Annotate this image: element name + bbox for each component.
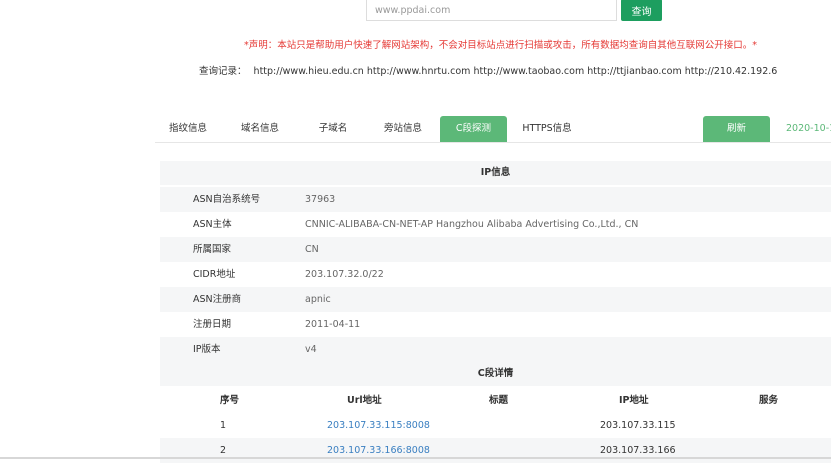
tab-https[interactable]: HTTPS信息 <box>517 116 577 142</box>
history-link[interactable]: http://ttjianbao.com <box>587 66 681 77</box>
info-value: CNNIC-ALIBABA-CN-NET-AP Hangzhou Alibaba… <box>305 219 639 230</box>
row-url-link[interactable]: 203.107.33.115:8008 <box>327 413 430 438</box>
c-detail-title: C段详情 <box>160 362 831 386</box>
info-value: v4 <box>305 344 317 355</box>
row-no: 2 <box>220 445 227 456</box>
tab-subdomain[interactable]: 子域名 <box>315 116 351 142</box>
search-input[interactable]: www.ppdai.com <box>366 0 617 21</box>
row-no: 1 <box>220 420 227 431</box>
search-placeholder: www.ppdai.com <box>375 4 451 16</box>
info-key: CIDR地址 <box>193 269 236 280</box>
history-link[interactable]: http://www.taobao.com <box>473 66 584 77</box>
info-row: ASN主体 CNNIC-ALIBABA-CN-NET-AP Hangzhou A… <box>160 212 831 237</box>
col-header-ip: IP地址 <box>619 395 649 406</box>
info-key: 注册日期 <box>193 319 232 330</box>
row-url-link[interactable]: 203.107.33.166:8008 <box>327 438 430 463</box>
history-link[interactable]: http://www.hnrtu.com <box>367 66 471 77</box>
ip-info-title: IP信息 <box>160 161 831 185</box>
info-key: ASN主体 <box>193 219 232 230</box>
table-row: 1 203.107.33.115:8008 203.107.33.115 <box>160 413 831 438</box>
info-row: ASN注册商 apnic <box>160 287 831 312</box>
info-row: IP版本 v4 <box>160 337 831 362</box>
search-button[interactable]: 查询 <box>621 0 662 21</box>
c-table-header: 序号 Url地址 标题 IP地址 服务 <box>160 388 831 413</box>
info-row: ASN自治系统号 37963 <box>160 187 831 212</box>
col-header-service: 服务 <box>759 395 779 406</box>
date-label: 2020-10-18 <box>786 123 831 134</box>
info-key: 所属国家 <box>193 244 232 255</box>
tab-fingerprint[interactable]: 指纹信息 <box>165 116 211 142</box>
col-header-url: Url地址 <box>347 395 382 406</box>
table-row: 2 203.107.33.166:8008 203.107.33.166 <box>160 438 831 463</box>
history-link[interactable]: http://www.hieu.edu.cn <box>254 66 364 77</box>
row-ip: 203.107.33.166 <box>600 445 676 456</box>
info-row: 所属国家 CN <box>160 237 831 262</box>
info-row: CIDR地址 203.107.32.0/22 <box>160 262 831 287</box>
tab-bar: 指纹信息 域名信息 子域名 旁站信息 C段探测 HTTPS信息 刷新 2020-… <box>155 116 831 143</box>
info-value: apnic <box>305 294 331 305</box>
query-history: 查询记录： http://www.hieu.edu.cn http://www.… <box>199 63 777 77</box>
info-row: 注册日期 2011-04-11 <box>160 312 831 337</box>
info-key: ASN注册商 <box>193 294 242 305</box>
tab-sidesite[interactable]: 旁站信息 <box>380 116 426 142</box>
tab-domain-info[interactable]: 域名信息 <box>237 116 283 142</box>
info-value: 2011-04-11 <box>305 319 361 330</box>
disclaimer-notice: *声明：本站只是帮助用户快速了解网站架构，不会对目标站点进行扫描或攻击，所有数据… <box>243 40 757 51</box>
row-ip: 203.107.33.115 <box>600 420 676 431</box>
info-value: CN <box>305 244 319 255</box>
history-link[interactable]: http://210.42.192.6 <box>685 66 778 77</box>
refresh-button[interactable]: 刷新 <box>703 116 770 142</box>
info-value: 203.107.32.0/22 <box>305 269 384 280</box>
info-key: ASN自治系统号 <box>193 194 261 205</box>
col-header-title: 标题 <box>489 395 509 406</box>
tab-c-segment[interactable]: C段探测 <box>440 116 507 142</box>
history-label: 查询记录： <box>199 66 247 77</box>
info-key: IP版本 <box>193 344 221 355</box>
col-header-no: 序号 <box>220 395 240 406</box>
info-value: 37963 <box>305 194 336 205</box>
